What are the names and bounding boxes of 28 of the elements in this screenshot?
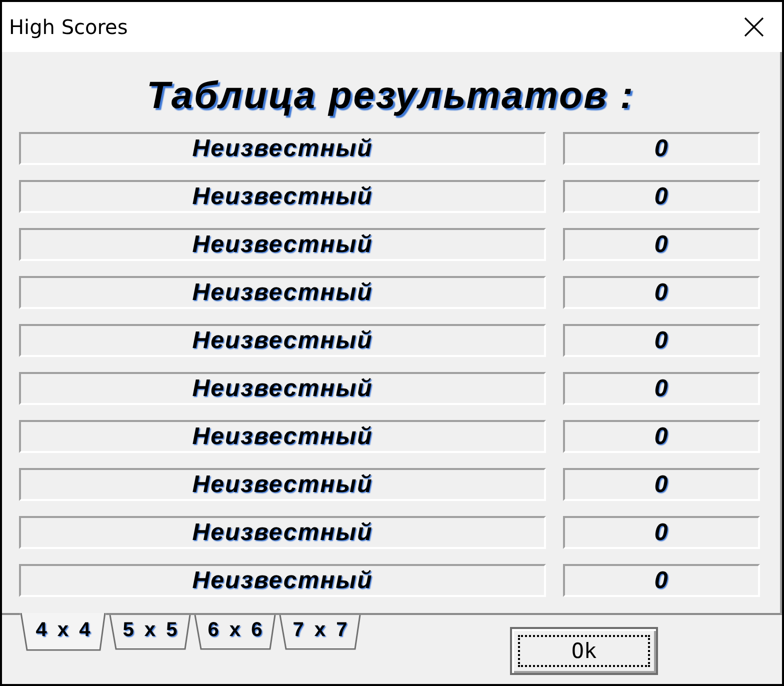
board-size-tab[interactable]: 5 x 5: [109, 615, 191, 650]
score-cell: 0: [563, 180, 760, 213]
score-cell: 0: [563, 468, 760, 501]
close-icon[interactable]: [744, 17, 764, 37]
player-name-cell: Неизвестный: [19, 180, 546, 213]
ok-button[interactable]: Ok: [510, 627, 658, 675]
player-name-cell: Неизвестный: [19, 132, 546, 165]
board-size-tab[interactable]: 4 x 4: [20, 613, 106, 651]
score-cell: 0: [563, 564, 760, 597]
player-name-cell: Неизвестный: [19, 516, 546, 549]
player-name-cell: Неизвестный: [19, 468, 546, 501]
score-cell: 0: [563, 516, 760, 549]
window-title: High Scores: [9, 15, 128, 39]
score-cell: 0: [563, 276, 760, 309]
player-name-cell: Неизвестный: [19, 228, 546, 261]
score-cell: 0: [563, 420, 760, 453]
score-cell: 0: [563, 372, 760, 405]
player-name-cell: Неизвестный: [19, 420, 546, 453]
score-cell: 0: [563, 228, 760, 261]
player-name-cell: Неизвестный: [19, 564, 546, 597]
board-size-tab[interactable]: 6 x 6: [194, 615, 276, 650]
table-heading: Таблица результатов :: [146, 74, 634, 118]
board-size-tab[interactable]: 7 x 7: [279, 615, 361, 650]
player-name-cell: Неизвестный: [19, 276, 546, 309]
player-name-cell: Неизвестный: [19, 372, 546, 405]
score-cell: 0: [563, 132, 760, 165]
score-cell: 0: [563, 324, 760, 357]
player-name-cell: Неизвестный: [19, 324, 546, 357]
